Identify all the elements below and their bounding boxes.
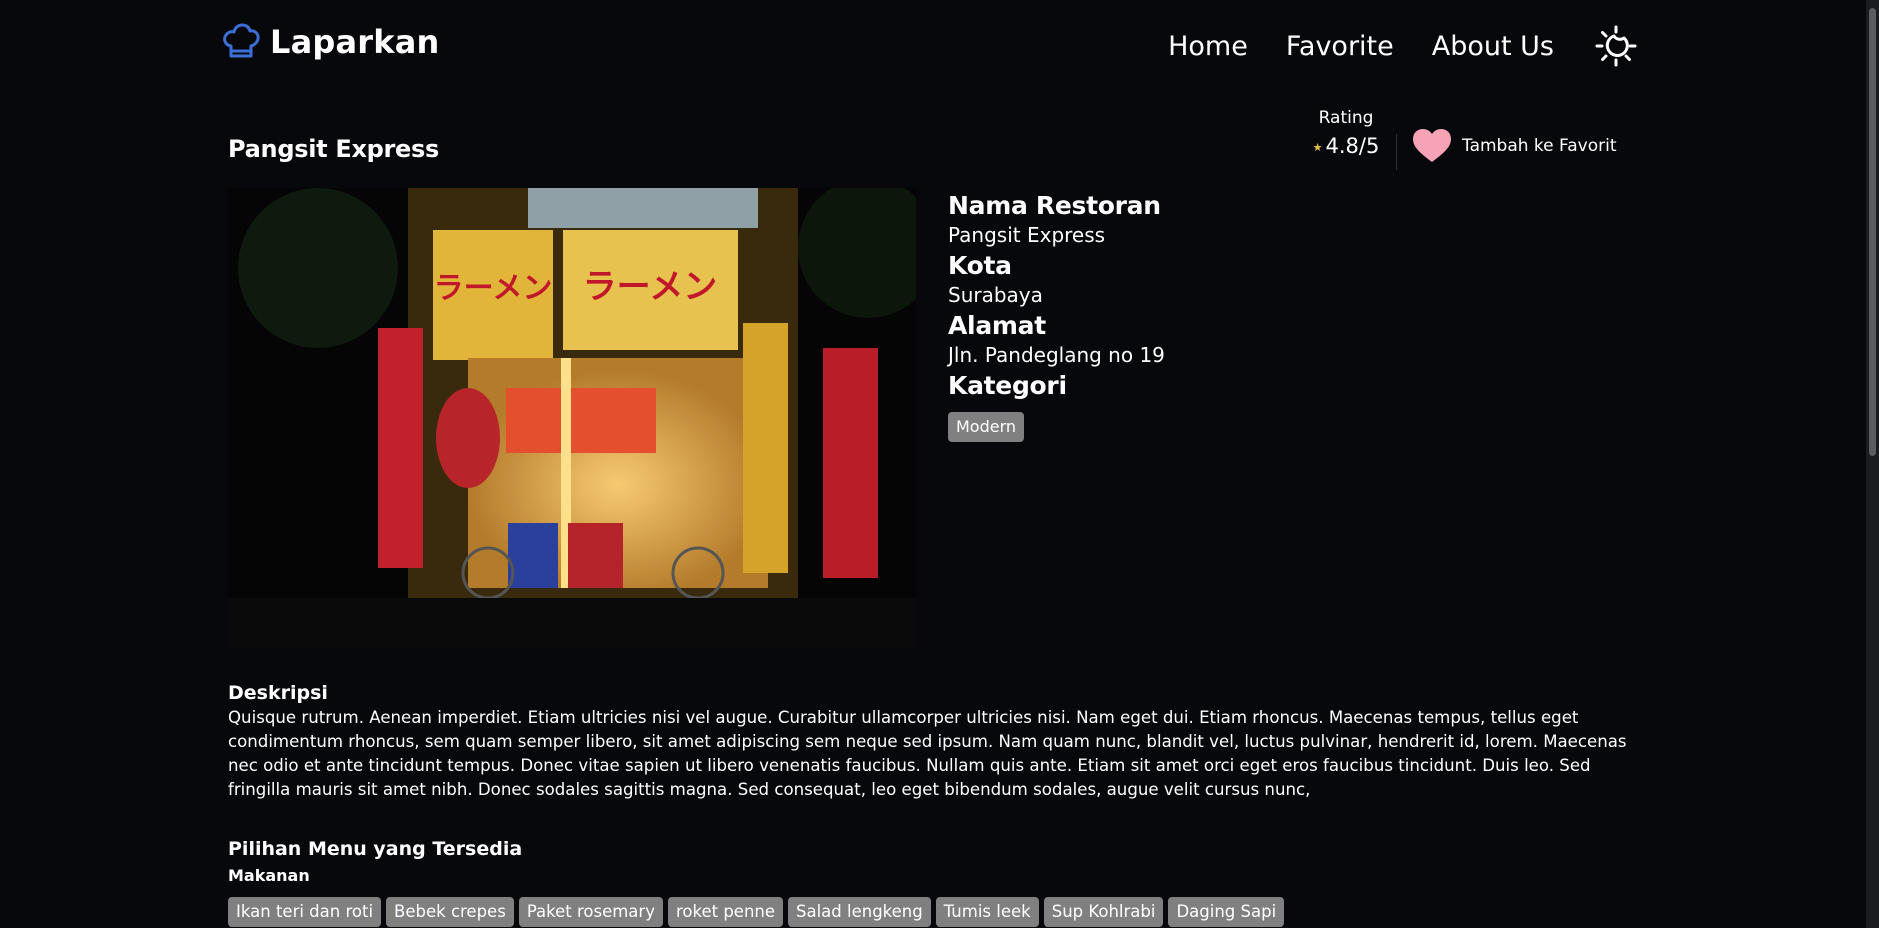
navbar: Laparkan Home Favorite About Us: [0, 0, 1866, 90]
heart-icon: [1412, 128, 1452, 164]
category-chip: Modern: [948, 412, 1025, 442]
name-heading: Nama Restoran: [948, 191, 1161, 220]
scrollbar-thumb[interactable]: [1869, 8, 1876, 456]
restaurant-title: Pangsit Express: [228, 135, 439, 163]
description-text: Quisque rutrum. Aenean imperdiet. Etiam …: [228, 708, 1627, 799]
food-chip: Sup Kohlrabi: [1043, 897, 1164, 927]
rating-value: ★ 4.8/5: [1310, 134, 1382, 158]
nav-link-favorite[interactable]: Favorite: [1286, 31, 1394, 62]
address-heading: Alamat: [948, 311, 1046, 340]
food-chip: Daging Sapi: [1168, 897, 1285, 927]
nav-link-about-us[interactable]: About Us: [1432, 31, 1554, 62]
city-heading: Kota: [948, 251, 1012, 280]
nav-links: Home Favorite About Us: [1130, 24, 1638, 68]
star-icon: ★: [1312, 140, 1323, 154]
city-value: Surabaya: [948, 283, 1043, 307]
rating-block: Rating ★ 4.8/5: [1310, 108, 1382, 158]
food-chip: Salad lengkeng: [788, 897, 931, 927]
brand-name: Laparkan: [270, 23, 440, 61]
brand-logo[interactable]: Laparkan: [222, 22, 440, 62]
divider: [1396, 134, 1397, 170]
add-to-favorite-button[interactable]: Tambah ke Favorit: [1412, 128, 1617, 164]
nav-link-home[interactable]: Home: [1168, 31, 1248, 62]
description-title: Deskripsi: [228, 682, 328, 704]
svg-text:ラーメン: ラーメン: [583, 267, 718, 307]
food-chip: Ikan teri dan roti: [228, 897, 382, 927]
food-chip: Bebek crepes: [386, 897, 514, 927]
category-heading: Kategori: [948, 371, 1067, 400]
chef-hat-icon: [222, 22, 260, 62]
theme-toggle-icon[interactable]: [1594, 24, 1638, 68]
svg-text:ラーメン: ラーメン: [434, 271, 553, 306]
food-chip: roket penne: [667, 897, 784, 927]
favorite-label: Tambah ke Favorit: [1462, 136, 1617, 156]
restaurant-image: ラーメン ラーメン: [228, 188, 916, 648]
scrollbar[interactable]: [1866, 0, 1879, 928]
food-chip: Paket rosemary: [518, 897, 663, 927]
rating-label: Rating: [1318, 108, 1374, 128]
address-value: Jln. Pandeglang no 19: [948, 343, 1165, 367]
food-label: Makanan: [228, 866, 310, 885]
menu-title: Pilihan Menu yang Tersedia: [228, 838, 523, 860]
food-chip: Tumis leek: [935, 897, 1039, 927]
name-value: Pangsit Express: [948, 223, 1106, 247]
rating-number: 4.8/5: [1325, 134, 1380, 158]
food-list: Ikan teri dan roti Bebek crepes Paket ro…: [228, 897, 1289, 927]
restaurant-info: Nama Restoran Pangsit Express Kota Surab…: [948, 190, 1548, 442]
